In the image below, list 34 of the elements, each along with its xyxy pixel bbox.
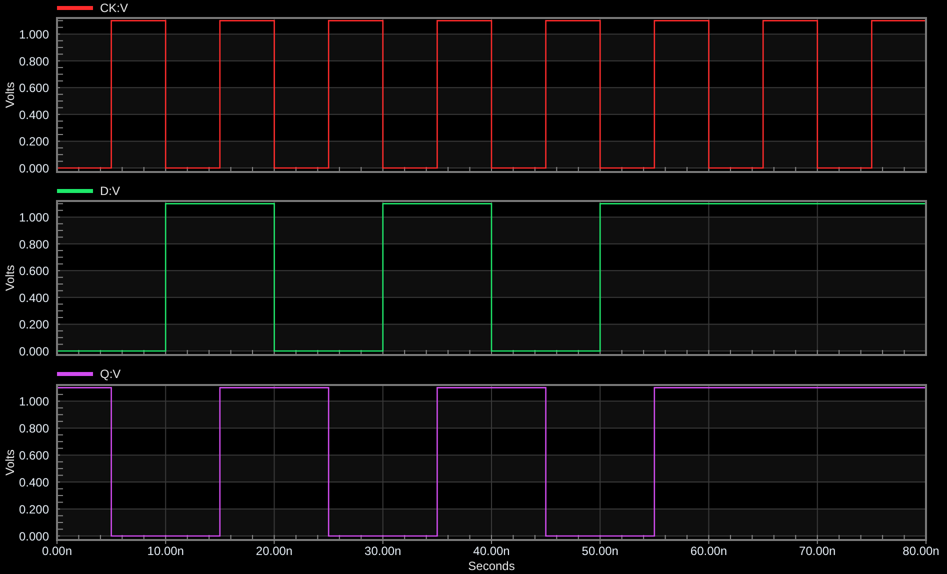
y-tick-label: 0.800 — [18, 54, 49, 68]
y-tick-label: 0.400 — [18, 290, 49, 305]
x-tick-label: 30.00n — [364, 544, 402, 558]
x-tick-label: 70.00n — [799, 544, 836, 558]
y-axis-label: Volts — [3, 450, 18, 476]
x-tick-label: 50.00n — [582, 544, 618, 558]
y-tick-label: 0.600 — [18, 81, 49, 96]
legend-label: CK:V — [100, 1, 128, 15]
y-tick-label: 0.200 — [18, 318, 49, 332]
y-tick-label: 0.000 — [18, 344, 49, 358]
y-tick-label: 0.800 — [18, 422, 49, 436]
y-tick-label: 0.000 — [18, 529, 49, 544]
y-axis-label: Volts — [3, 82, 18, 108]
y-tick-label: 1.000 — [18, 28, 49, 42]
x-tick-label: 20.00n — [256, 544, 293, 558]
x-tick-label: 40.00n — [473, 544, 510, 558]
legend-label: D:V — [100, 184, 120, 198]
y-tick-label: 0.200 — [18, 502, 49, 516]
x-tick-label: 80.00n — [902, 544, 940, 558]
y-tick-label: 0.600 — [18, 448, 49, 463]
y-tick-label: 1.000 — [18, 394, 49, 409]
y-tick-label: 0.600 — [18, 264, 49, 278]
x-tick-label: 0.00n — [42, 544, 72, 558]
y-tick-label: 0.000 — [18, 161, 49, 176]
y-tick-label: 0.400 — [18, 476, 49, 490]
y-axis-label: Volts — [3, 265, 18, 291]
x-tick-label: 10.00n — [147, 544, 184, 558]
legend-label: Q:V — [100, 367, 121, 381]
x-tick-label: 60.00n — [690, 544, 728, 558]
y-tick-label: 1.000 — [18, 210, 49, 225]
y-tick-label: 0.800 — [18, 237, 49, 252]
x-axis-label: Seconds — [468, 559, 515, 573]
y-tick-label: 0.200 — [18, 134, 49, 149]
y-tick-label: 0.400 — [18, 108, 49, 122]
